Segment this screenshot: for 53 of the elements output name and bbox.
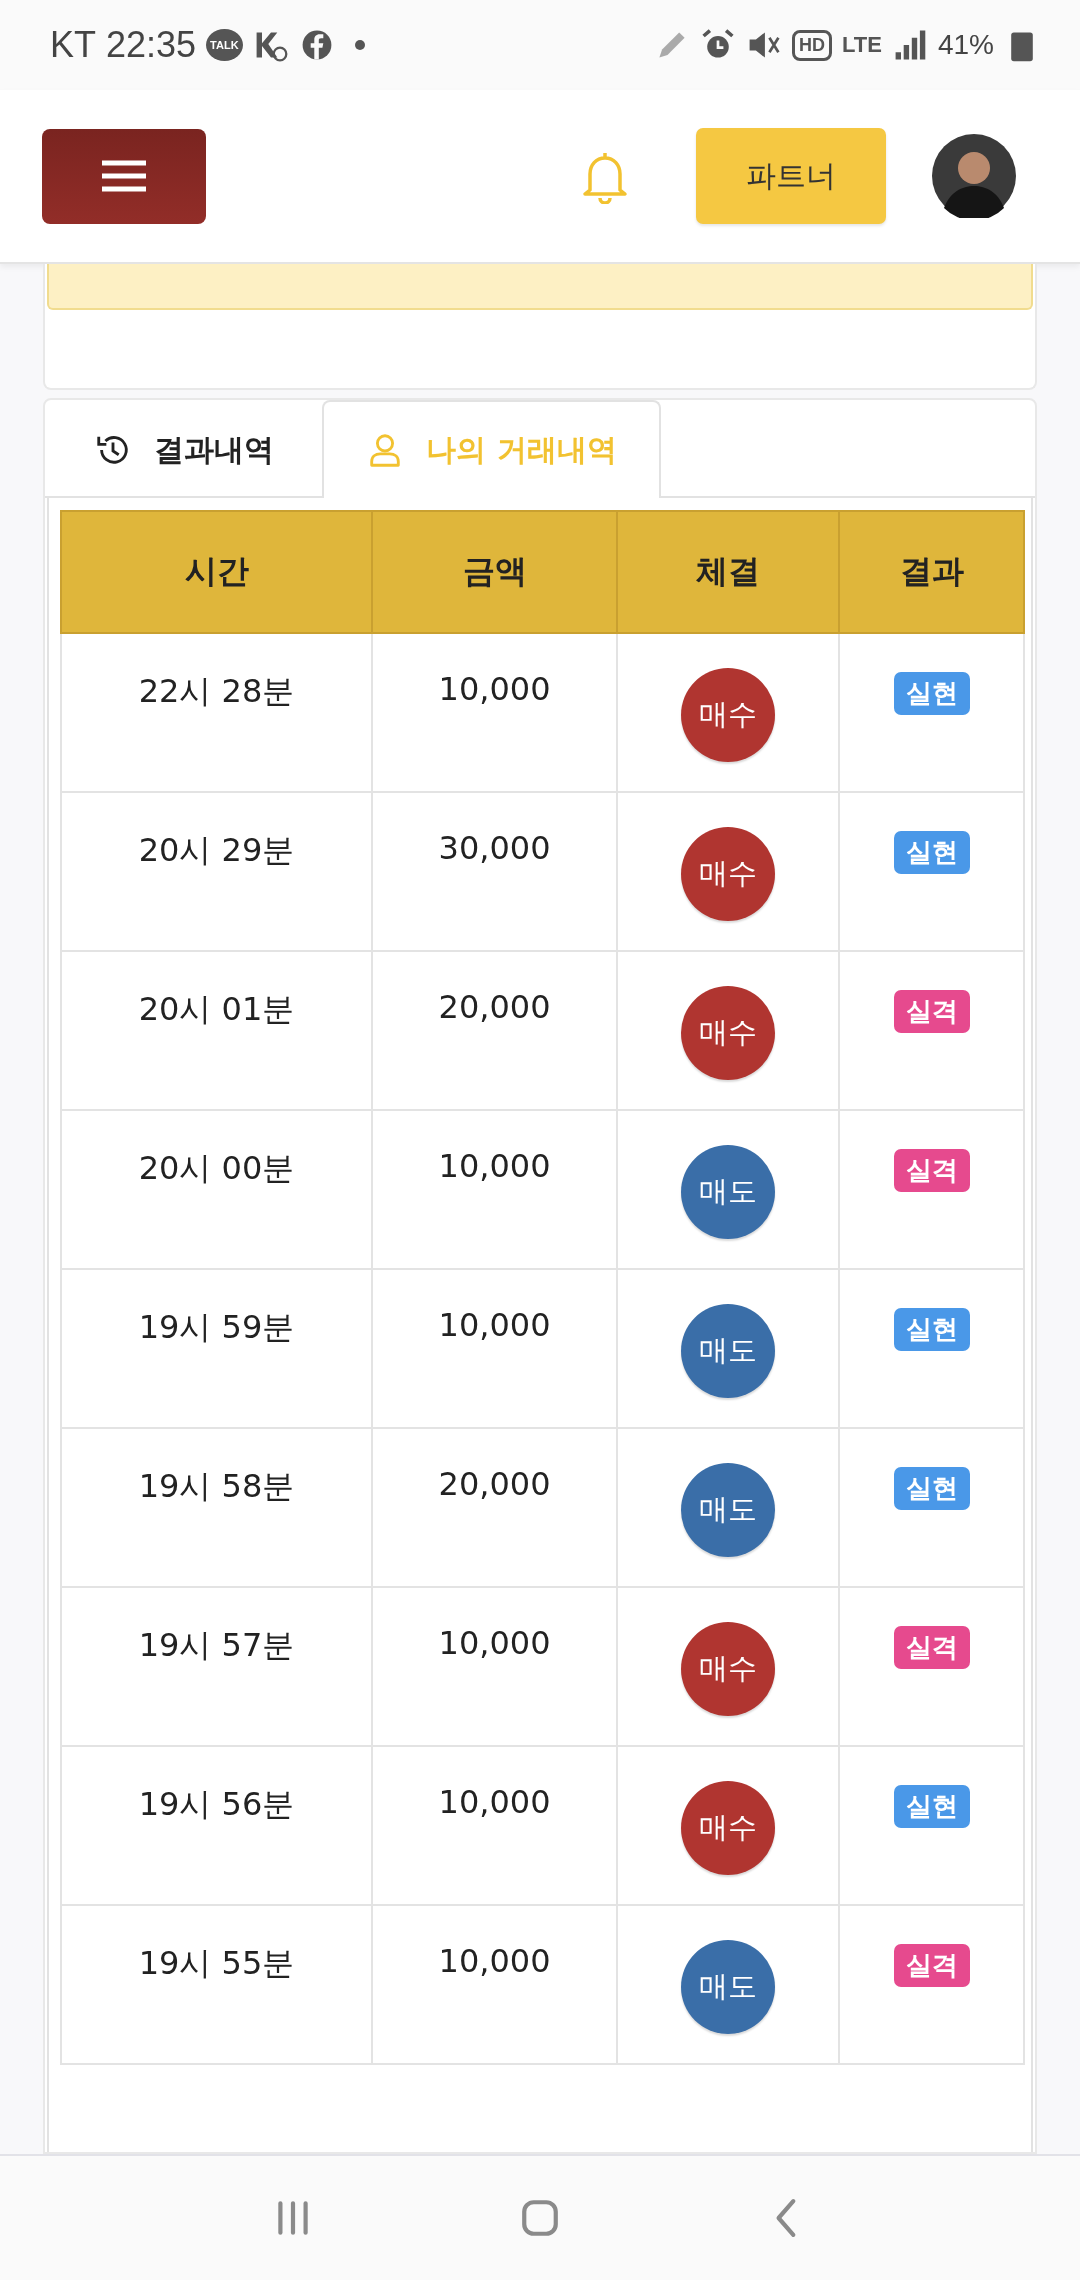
realized-badge: 실현 xyxy=(893,1785,970,1828)
clock-time: 22:35 xyxy=(106,24,197,66)
hd-voice-indicator: HD xyxy=(792,29,833,61)
battery-percent: 41% xyxy=(937,29,994,61)
realized-badge: 실현 xyxy=(893,1308,970,1351)
carrier-label: KT xyxy=(50,24,96,66)
time-cell-text: 19시 58분 xyxy=(138,1466,295,1507)
buy-badge: 매수 xyxy=(681,986,775,1080)
time-cell-text: 19시 56분 xyxy=(138,1784,295,1825)
time-cell-text: 19시 57분 xyxy=(138,1625,295,1666)
column-header: 시간 xyxy=(61,511,372,633)
amount-cell: 10,000 xyxy=(438,1147,551,1185)
time-cell-text: 22시 28분 xyxy=(138,671,295,712)
column-header: 결과 xyxy=(839,511,1024,633)
time-cell-text: 20시 01분 xyxy=(138,989,295,1030)
buy-badge: 매수 xyxy=(681,668,775,762)
home-icon[interactable] xyxy=(519,2197,561,2239)
more-notifications-icon xyxy=(354,40,365,50)
failed-badge: 실격 xyxy=(893,1944,970,1987)
sell-badge: 매도 xyxy=(681,1145,775,1239)
menu-icon xyxy=(100,160,148,192)
sell-badge: 매도 xyxy=(681,1463,775,1557)
amount-cell: 10,000 xyxy=(438,1942,551,1980)
column-header: 금액 xyxy=(372,511,617,633)
time-cell-text: 19시 59분 xyxy=(138,1307,295,1348)
realized-badge: 실현 xyxy=(893,831,970,874)
partner-button[interactable]: 파트너 xyxy=(696,128,886,224)
amount-cell: 10,000 xyxy=(438,1783,551,1821)
failed-badge: 실격 xyxy=(893,1149,970,1192)
chat-notification-icon: TALK xyxy=(206,29,243,61)
realized-badge: 실현 xyxy=(893,1467,970,1510)
sell-badge: 매도 xyxy=(681,1304,775,1398)
column-header: 체결 xyxy=(617,511,839,633)
network-type: LTE xyxy=(842,32,882,58)
failed-badge: 실격 xyxy=(893,1626,970,1669)
amount-cell: 30,000 xyxy=(438,829,551,867)
avatar-icon[interactable] xyxy=(932,134,1016,218)
realized-badge: 실현 xyxy=(893,672,970,715)
amount-cell: 20,000 xyxy=(438,988,551,1026)
amount-cell: 10,000 xyxy=(438,1306,551,1344)
buy-badge: 매수 xyxy=(681,1622,775,1716)
buy-badge: 매수 xyxy=(681,827,775,921)
sell-badge: 매도 xyxy=(681,1940,775,2034)
amount-cell: 10,000 xyxy=(438,670,551,708)
amount-cell: 20,000 xyxy=(438,1465,551,1503)
time-cell-text: 20시 29분 xyxy=(138,830,295,871)
buy-badge: 매수 xyxy=(681,1781,775,1875)
amount-cell: 10,000 xyxy=(438,1624,551,1662)
menu-button[interactable] xyxy=(42,128,206,224)
time-cell-text: 19시 55분 xyxy=(138,1943,295,1984)
failed-badge: 실격 xyxy=(893,990,970,1033)
time-cell-text: 20시 00분 xyxy=(138,1148,295,1189)
tab[interactable]: 결과내역 xyxy=(45,400,322,498)
